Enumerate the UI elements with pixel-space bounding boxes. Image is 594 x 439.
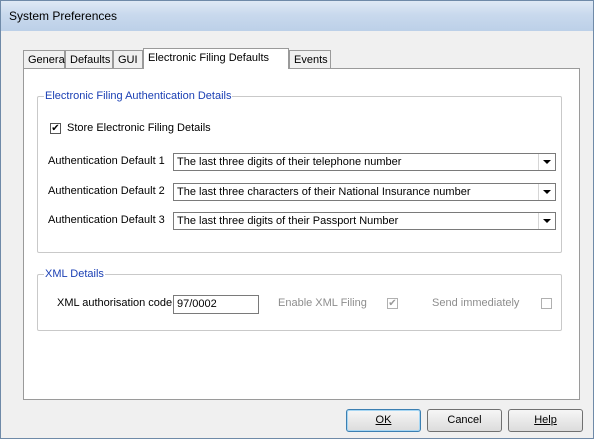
- auth-default-1-label: Authentication Default 1: [48, 155, 165, 167]
- help-button[interactable]: Help: [508, 409, 583, 432]
- xml-auth-code-label: XML authorisation code:: [57, 297, 176, 309]
- enable-xml-filing-checkbox[interactable]: ✔: [387, 298, 398, 309]
- check-mark-icon: ✔: [51, 123, 60, 134]
- system-preferences-window: System Preferences General Defaults GUI …: [0, 0, 594, 439]
- dropdown-arrow-icon[interactable]: [538, 154, 555, 170]
- title-bar[interactable]: System Preferences: [1, 1, 593, 31]
- auth-default-2-select[interactable]: The last three characters of their Natio…: [173, 183, 556, 201]
- dropdown-arrow-icon[interactable]: [538, 184, 555, 200]
- xml-details-group-title: XML Details: [44, 268, 105, 280]
- store-details-label: Store Electronic Filing Details: [67, 122, 211, 134]
- auth-details-group-title: Electronic Filing Authentication Details: [44, 90, 233, 102]
- auth-default-2-value: The last three characters of their Natio…: [177, 186, 471, 198]
- auth-default-1-value: The last three digits of their telephone…: [177, 156, 402, 168]
- dialog-client-area: General Defaults GUI Electronic Filing D…: [8, 31, 586, 432]
- tab-gui[interactable]: GUI: [113, 50, 143, 68]
- store-details-checkbox[interactable]: ✔: [50, 123, 61, 134]
- auth-default-1-select[interactable]: The last three digits of their telephone…: [173, 153, 556, 171]
- dropdown-arrow-icon[interactable]: [538, 213, 555, 229]
- tab-events[interactable]: Events: [289, 50, 331, 68]
- auth-details-group: Electronic Filing Authentication Details…: [37, 90, 562, 253]
- window-title: System Preferences: [9, 9, 118, 23]
- tab-defaults[interactable]: Defaults: [65, 50, 113, 68]
- tab-general[interactable]: General: [23, 50, 67, 68]
- auth-default-3-label: Authentication Default 3: [48, 214, 165, 226]
- enable-xml-filing-label: Enable XML Filing: [278, 297, 367, 309]
- send-immediately-label: Send immediately: [432, 297, 520, 309]
- check-mark-icon: ✔: [388, 298, 397, 309]
- auth-default-2-label: Authentication Default 2: [48, 185, 165, 197]
- send-immediately-checkbox[interactable]: [541, 298, 552, 309]
- cancel-button[interactable]: Cancel: [427, 409, 502, 432]
- tab-electronic-filing-defaults[interactable]: Electronic Filing Defaults: [143, 48, 289, 69]
- tab-panel-electronic-filing: Electronic Filing Authentication Details…: [23, 68, 580, 400]
- xml-auth-code-input[interactable]: 97/0002: [173, 295, 259, 314]
- auth-default-3-select[interactable]: The last three digits of their Passport …: [173, 212, 556, 230]
- xml-details-group: XML Details XML authorisation code: 97/0…: [37, 268, 562, 331]
- ok-button[interactable]: OK: [346, 409, 421, 432]
- auth-default-3-value: The last three digits of their Passport …: [177, 215, 399, 227]
